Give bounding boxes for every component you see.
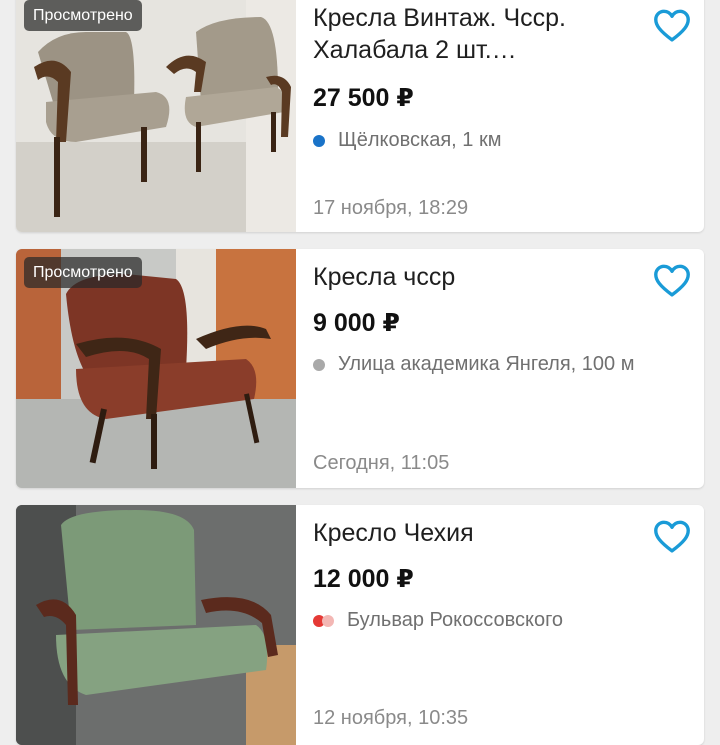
- heart-outline-icon: [654, 9, 690, 42]
- listing-card[interactable]: Просмотрено Кресла чсср 9 000 ₽ Улица ак…: [16, 249, 704, 488]
- listing-info: Кресло Чехия 12 000 ₽ Бульвар Рокоссовск…: [313, 505, 704, 745]
- favorite-button[interactable]: [652, 263, 692, 299]
- listing-info: Кресла чсср 9 000 ₽ Улица академика Янге…: [313, 249, 704, 488]
- listing-photo[interactable]: Просмотрено: [16, 249, 296, 488]
- listing-info: Кресла Винтаж. Чсср. Халабала 2 шт.… 27 …: [313, 0, 704, 232]
- listing-photo[interactable]: [16, 505, 296, 745]
- viewed-badge: Просмотрено: [24, 257, 142, 288]
- location-text: Бульвар Рокоссовского: [347, 609, 564, 631]
- metro-lines-icon: [313, 614, 334, 627]
- listing-price: 9 000 ₽: [313, 309, 400, 337]
- location-text: Улица академика Янгеля, 100 м: [338, 353, 635, 375]
- viewed-badge: Просмотрено: [24, 0, 142, 31]
- listing-photo[interactable]: Просмотрено: [16, 0, 296, 232]
- listing-location: Щёлковская, 1 км: [313, 129, 501, 152]
- armchairs-photo: [16, 0, 296, 232]
- metro-dot-icon: [313, 134, 325, 147]
- listing-location: Улица академика Янгеля, 100 м: [313, 353, 634, 376]
- metro-dot-icon: [313, 358, 325, 371]
- listing-card[interactable]: Просмотрено Кресла Винтаж. Чсср. Халабал…: [16, 0, 704, 232]
- location-text: Щёлковская, 1 км: [338, 129, 502, 151]
- listing-date: 12 ноября, 10:35: [313, 707, 469, 729]
- listing-price: 27 500 ₽: [313, 84, 414, 112]
- heart-outline-icon: [654, 264, 690, 297]
- heart-outline-icon: [654, 520, 690, 553]
- listing-title[interactable]: Кресло Чехия: [313, 517, 633, 549]
- listing-location: Бульвар Рокоссовского: [313, 609, 563, 632]
- listing-price: 12 000 ₽: [313, 565, 414, 593]
- favorite-button[interactable]: [652, 519, 692, 555]
- favorite-button[interactable]: [652, 8, 692, 44]
- listing-date: 17 ноября, 18:29: [313, 197, 469, 219]
- listing-title[interactable]: Кресла Винтаж. Чсср. Халабала 2 шт.…: [313, 2, 633, 66]
- armchair-photo: [16, 505, 296, 745]
- listing-date: Сегодня, 11:05: [313, 452, 450, 474]
- listing-card[interactable]: Кресло Чехия 12 000 ₽ Бульвар Рокоссовск…: [16, 505, 704, 745]
- listing-title[interactable]: Кресла чсср: [313, 261, 633, 293]
